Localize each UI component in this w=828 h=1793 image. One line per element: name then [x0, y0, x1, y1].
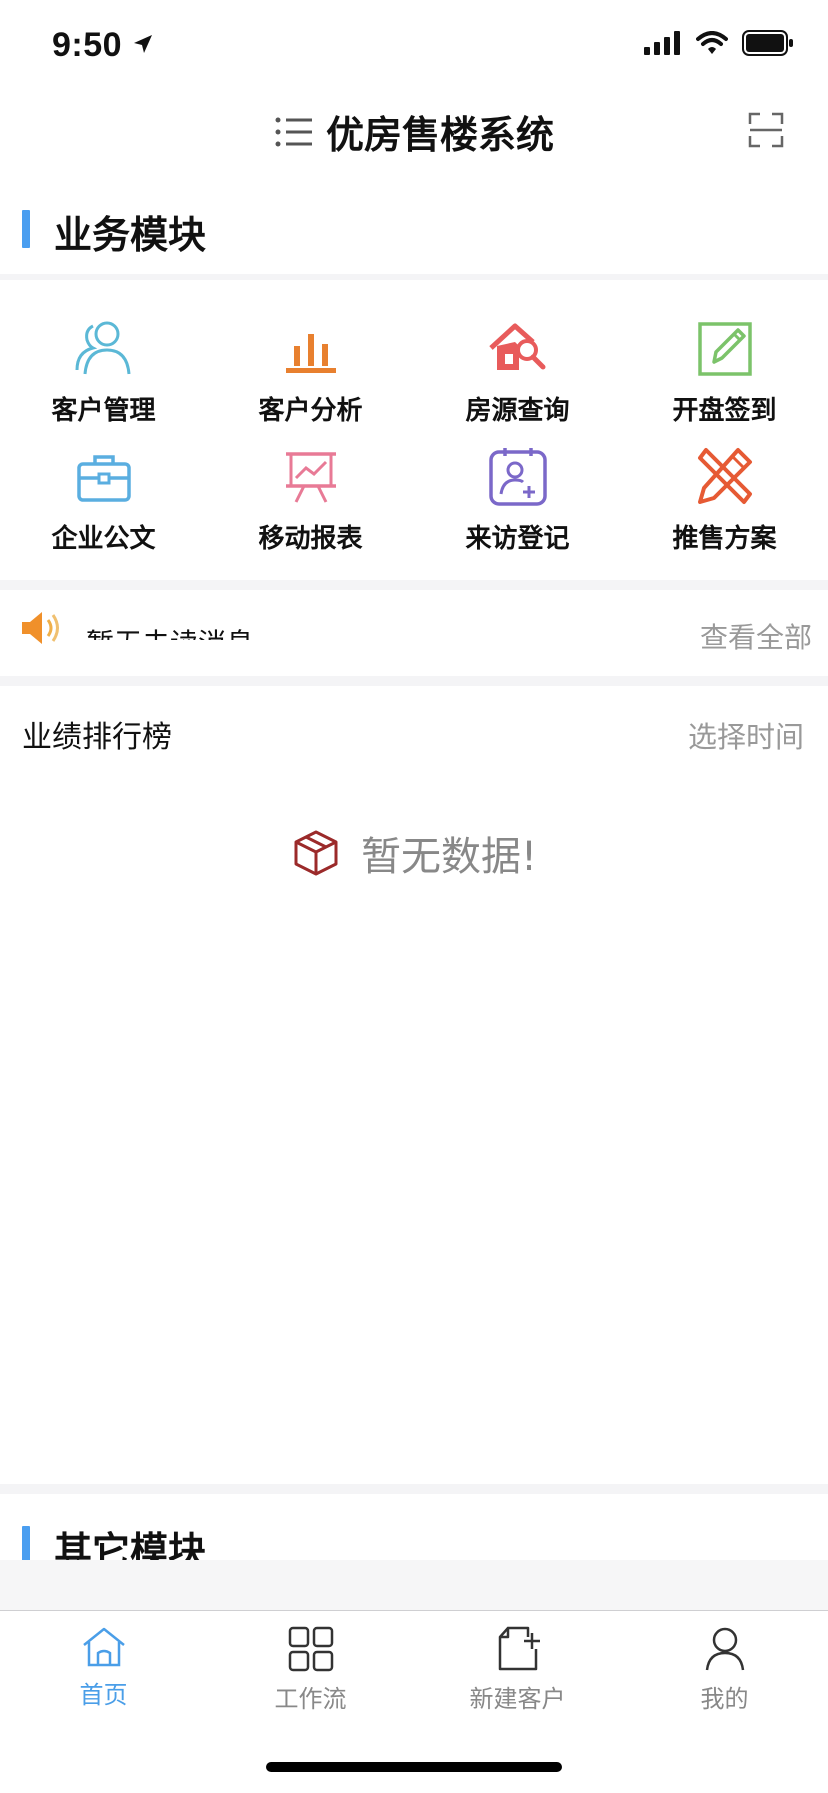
tab-label: 新建客户: [469, 1685, 566, 1713]
module-label: 来访登记: [465, 524, 570, 554]
module-customer-analysis[interactable]: 客户分析: [207, 316, 414, 444]
divider: [0, 1484, 828, 1494]
speaker-icon: [22, 612, 59, 644]
module-mobile-reports[interactable]: 移动报表: [207, 444, 414, 572]
battery-icon: [742, 30, 793, 56]
select-time-button[interactable]: 选择时间: [688, 714, 804, 756]
module-visit-registration[interactable]: 来访登记: [414, 444, 621, 572]
status-indicators: [644, 30, 794, 56]
status-time: 9:50: [52, 26, 154, 65]
briefcase-icon: [76, 455, 131, 502]
menu-list-icon[interactable]: [274, 114, 314, 150]
module-grid: 客户管理 客户分析 房源查询 开盘签到 企业公文 移动报表 来访登记 推售方案: [0, 316, 828, 576]
scan-icon[interactable]: [748, 112, 784, 148]
module-label: 移动报表: [258, 524, 363, 554]
module-opening-checkin[interactable]: 开盘签到: [621, 316, 828, 444]
module-enterprise-docs[interactable]: 企业公文: [0, 444, 207, 572]
section-background: [0, 1560, 828, 1610]
tab-new-customer[interactable]: 新建客户: [414, 1625, 621, 1714]
customers-icon: [75, 321, 130, 375]
home-indicator: [266, 1762, 562, 1772]
tab-label: 首页: [79, 1681, 128, 1709]
signal-icon: [644, 31, 680, 55]
notice-text: 暂无未读消息: [86, 618, 254, 640]
module-customer-management[interactable]: 客户管理: [0, 316, 207, 444]
tab-home[interactable]: 首页: [0, 1625, 207, 1710]
presentation-chart-icon: [285, 452, 336, 503]
add-contact-icon: [488, 448, 547, 506]
bar-chart-icon: [285, 334, 336, 373]
tab-workflow[interactable]: 工作流: [207, 1625, 414, 1714]
section-accent-bar: [22, 1526, 30, 1564]
divider: [0, 274, 828, 280]
wifi-icon: [696, 31, 728, 54]
new-document-icon: [498, 1626, 540, 1671]
status-time-text: 9:50: [52, 26, 123, 64]
module-sales-plan[interactable]: 推售方案: [621, 444, 828, 572]
location-arrow-icon: [134, 35, 153, 53]
tab-mine[interactable]: 我的: [621, 1625, 828, 1714]
empty-state: 暂无数据!: [0, 824, 828, 882]
home-icon: [82, 1627, 125, 1667]
module-label: 客户分析: [258, 396, 363, 426]
tab-label: 我的: [700, 1685, 749, 1713]
empty-box-icon: [294, 830, 338, 876]
module-label: 推售方案: [672, 524, 777, 554]
section-accent-bar: [22, 210, 30, 248]
notice-bar: 暂无未读消息 查看全部: [0, 588, 828, 676]
app-title: 优房售楼系统: [325, 113, 554, 157]
user-icon: [705, 1627, 744, 1671]
empty-text: 暂无数据!: [360, 834, 538, 880]
business-section-header: 业务模块: [0, 200, 828, 270]
house-search-icon: [488, 323, 545, 370]
divider: [0, 676, 828, 686]
module-label: 房源查询: [465, 396, 570, 426]
edit-checkin-icon: [697, 322, 752, 376]
grid-icon: [288, 1626, 333, 1672]
module-label: 开盘签到: [672, 396, 777, 426]
module-label: 客户管理: [51, 396, 156, 426]
app-header: 优房售楼系统: [0, 90, 828, 174]
ranking-title: 业绩排行榜: [22, 720, 172, 755]
module-label: 企业公文: [51, 524, 156, 554]
pencil-ruler-icon: [697, 448, 752, 504]
view-all-link[interactable]: 查看全部: [700, 616, 812, 656]
module-house-search[interactable]: 房源查询: [414, 316, 621, 444]
section-title: 业务模块: [54, 213, 207, 257]
tab-label: 工作流: [274, 1685, 347, 1713]
